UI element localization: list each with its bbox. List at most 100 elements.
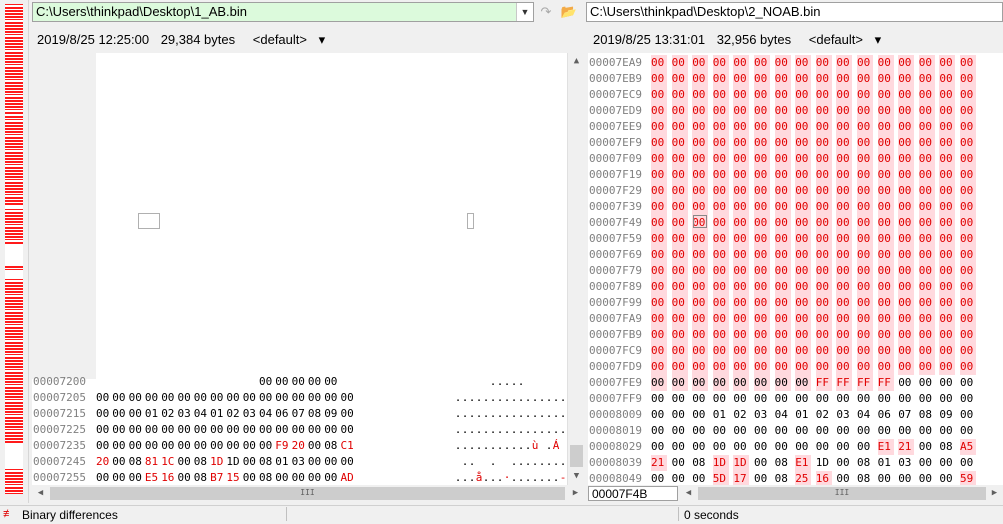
hex-byte[interactable]: 00 (960, 343, 976, 359)
hex-byte[interactable]: 00 (960, 375, 976, 391)
hex-byte[interactable]: 00 (795, 263, 812, 279)
hex-byte[interactable]: 00 (878, 391, 894, 407)
hex-byte[interactable]: 00 (877, 295, 894, 311)
hex-byte[interactable]: 00 (308, 438, 324, 454)
hex-byte[interactable]: 00 (918, 135, 935, 151)
hex-byte[interactable]: 1D (733, 455, 750, 471)
hex-byte[interactable]: 00 (960, 327, 976, 343)
hex-byte[interactable]: 00 (712, 375, 729, 391)
hex-byte[interactable]: 00 (918, 103, 935, 119)
hex-byte[interactable]: 00 (836, 183, 853, 199)
hex-byte[interactable]: 00 (939, 423, 955, 439)
hex-byte[interactable]: 00 (712, 167, 729, 183)
hex-byte[interactable]: 00 (877, 167, 894, 183)
hex-byte[interactable]: 03 (178, 406, 194, 422)
hex-byte[interactable]: 00 (733, 439, 749, 455)
hex-byte[interactable]: 00 (774, 359, 791, 375)
hex-byte[interactable]: 59 (960, 471, 976, 485)
hex-byte[interactable]: 00 (774, 135, 791, 151)
scroll-right-icon[interactable]: ▶ (567, 485, 584, 502)
hex-byte[interactable]: E5 (145, 470, 161, 485)
hex-byte[interactable]: 00 (671, 279, 688, 295)
swap-arrow-icon[interactable]: ↷ (537, 3, 555, 21)
hex-byte[interactable]: 00 (774, 167, 791, 183)
hex-byte[interactable]: 00 (960, 263, 976, 279)
hex-byte[interactable]: 00 (243, 438, 259, 454)
hex-byte[interactable]: 02 (226, 406, 242, 422)
hex-byte[interactable]: 00 (815, 279, 832, 295)
hex-byte[interactable]: 00 (712, 295, 729, 311)
hex-byte[interactable]: 00 (815, 343, 832, 359)
hex-byte[interactable]: 00 (939, 71, 956, 87)
hex-byte[interactable]: 00 (918, 87, 935, 103)
hex-byte[interactable]: 00 (836, 263, 853, 279)
hex-byte[interactable]: 00 (713, 391, 729, 407)
hex-byte[interactable]: 00 (939, 263, 956, 279)
hex-byte[interactable]: 00 (341, 454, 357, 470)
hex-byte[interactable]: 00 (129, 422, 145, 438)
hex-byte[interactable]: 03 (243, 406, 259, 422)
hex-byte[interactable]: 00 (671, 311, 688, 327)
hex-byte[interactable]: 00 (651, 231, 667, 247)
hex-byte[interactable]: 00 (178, 470, 194, 485)
hex-byte[interactable]: 00 (795, 247, 812, 263)
hex-byte[interactable]: 00 (960, 423, 976, 439)
hex-byte[interactable]: 00 (836, 135, 853, 151)
hex-byte[interactable]: 03 (836, 407, 852, 423)
hex-byte[interactable]: 00 (898, 71, 915, 87)
hex-byte[interactable]: 00 (712, 215, 729, 231)
hex-byte[interactable]: 00 (692, 199, 709, 215)
ascii-char[interactable]: Á (552, 438, 560, 454)
right-horizontal-scrollbar[interactable]: ◀ III ▶ (680, 485, 1003, 502)
hex-byte[interactable]: 00 (651, 199, 667, 215)
hex-byte[interactable]: 00 (857, 247, 873, 263)
hex-byte[interactable]: 00 (775, 391, 791, 407)
hex-byte[interactable]: 00 (960, 279, 976, 295)
hex-byte[interactable]: 00 (918, 343, 935, 359)
hex-byte[interactable]: 00 (324, 374, 340, 390)
ascii-char[interactable]: . (559, 406, 567, 422)
hex-byte[interactable]: 00 (918, 71, 935, 87)
hex-byte[interactable]: 00 (712, 103, 729, 119)
hex-byte[interactable]: 00 (292, 422, 308, 438)
hex-byte[interactable]: 00 (651, 135, 667, 151)
hex-byte[interactable]: 00 (774, 295, 791, 311)
hex-byte[interactable]: 00 (795, 183, 812, 199)
hex-byte[interactable]: 00 (712, 151, 729, 167)
hex-byte[interactable]: 00 (712, 87, 729, 103)
hex-byte[interactable]: 00 (877, 327, 894, 343)
hex-byte[interactable]: 00 (671, 359, 688, 375)
hex-byte[interactable]: 00 (178, 390, 194, 406)
hex-byte[interactable]: 03 (754, 407, 770, 423)
hex-byte[interactable]: 00 (918, 119, 935, 135)
hex-byte[interactable]: 00 (275, 422, 291, 438)
hex-byte[interactable]: 00 (795, 423, 811, 439)
hex-byte[interactable]: 01 (878, 455, 894, 471)
hex-byte[interactable]: 00 (919, 391, 935, 407)
hex-byte[interactable]: 00 (877, 279, 894, 295)
hex-byte[interactable]: 00 (651, 151, 667, 167)
hex-byte[interactable]: 00 (815, 263, 832, 279)
hex-byte[interactable]: 00 (692, 135, 709, 151)
hex-byte[interactable]: 00 (877, 359, 894, 375)
hex-byte[interactable]: 00 (816, 439, 832, 455)
hex-byte[interactable]: 00 (712, 327, 729, 343)
hex-byte[interactable]: 00 (939, 103, 956, 119)
hex-byte[interactable]: 00 (939, 311, 956, 327)
hex-byte[interactable]: 00 (898, 295, 915, 311)
hex-byte[interactable]: 00 (671, 295, 688, 311)
hex-byte[interactable]: 20 (96, 454, 112, 470)
hex-byte[interactable]: 00 (857, 215, 873, 231)
hex-byte[interactable]: A5 (960, 439, 976, 455)
hex-byte[interactable]: 00 (878, 423, 894, 439)
hex-byte[interactable]: 00 (733, 391, 749, 407)
hex-byte[interactable]: 00 (836, 103, 853, 119)
hex-byte[interactable]: 00 (292, 390, 308, 406)
hex-byte[interactable]: 00 (960, 231, 976, 247)
hex-byte[interactable]: 00 (815, 103, 832, 119)
hex-byte[interactable]: 00 (918, 359, 935, 375)
hex-byte[interactable]: 00 (754, 439, 770, 455)
hex-byte[interactable]: 00 (939, 471, 955, 485)
hex-byte[interactable]: 00 (733, 119, 750, 135)
hex-byte[interactable]: F9 (275, 438, 291, 454)
